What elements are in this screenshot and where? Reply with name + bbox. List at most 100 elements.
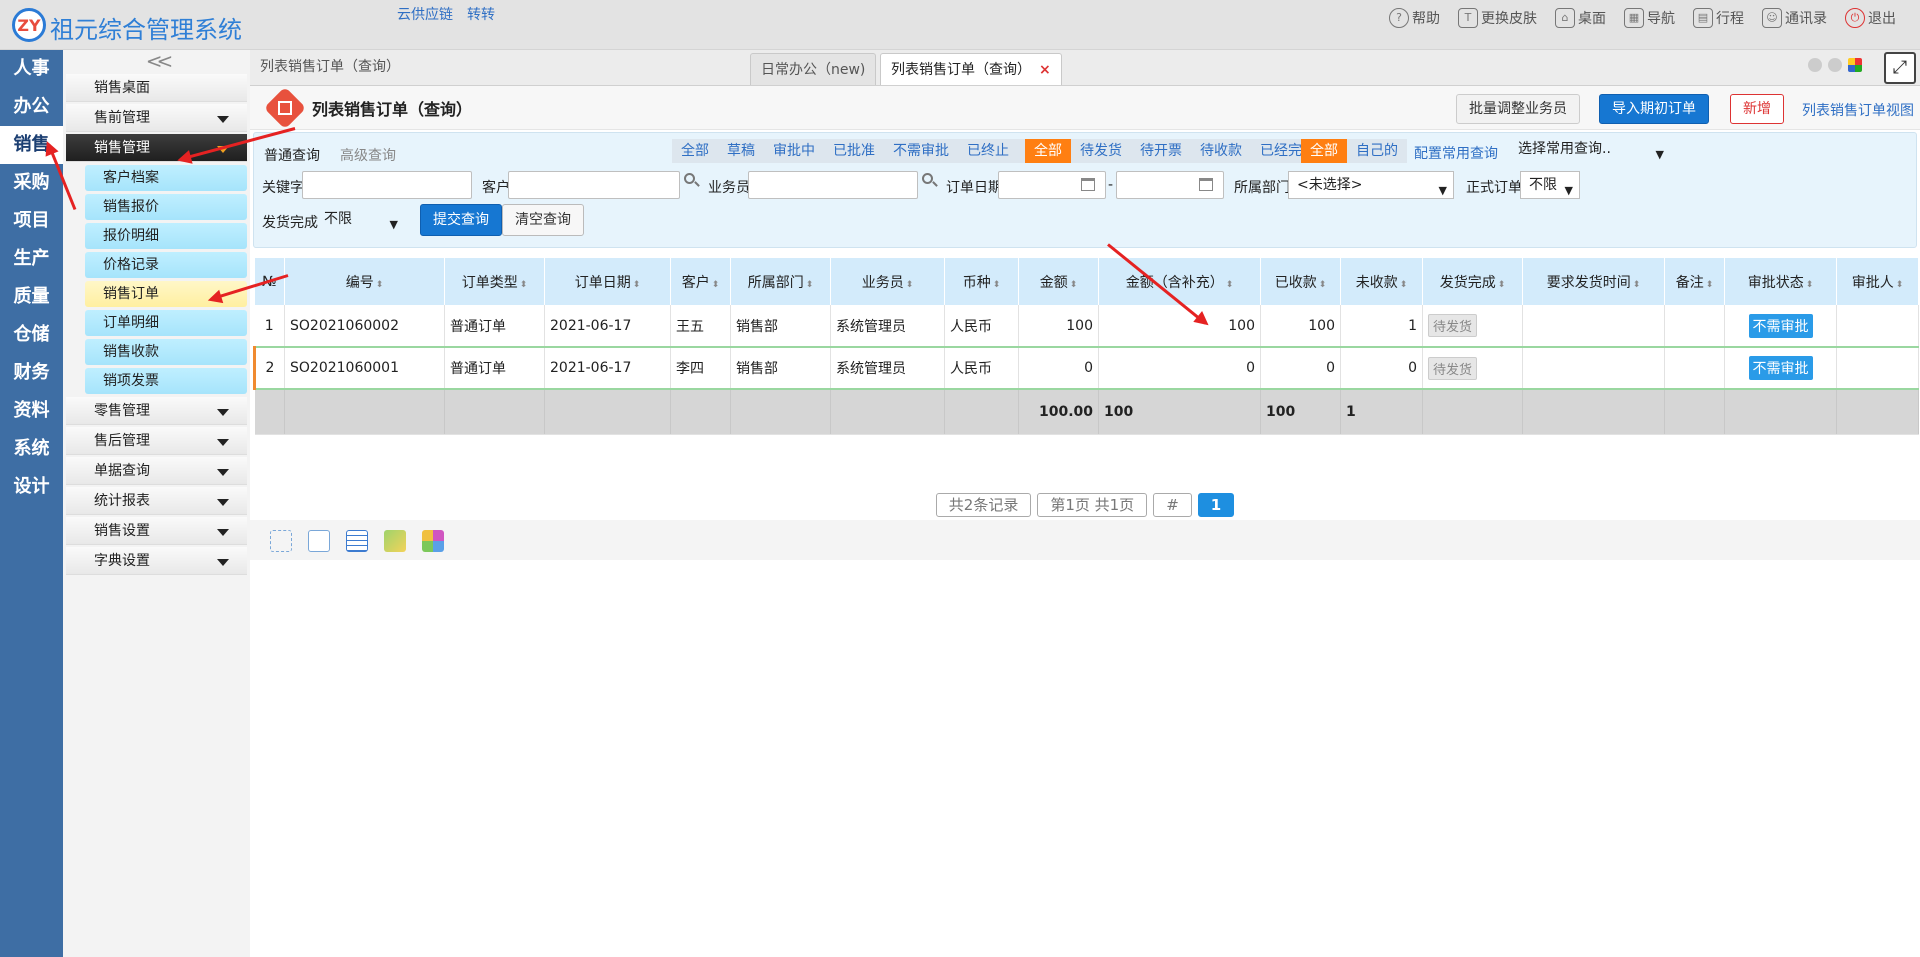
table-row[interactable]: 2 SO2021060001 普通订单 2021-06-17 李四 销售部 系统… [253, 346, 1919, 390]
col-type[interactable]: 订单类型 ⬍ [444, 258, 545, 305]
tab-sales-order-list[interactable]: 列表销售订单（查询） × [880, 53, 1062, 85]
filter-to-ship[interactable]: 待发货 [1071, 139, 1131, 163]
filter-status-all[interactable]: 全部 [672, 139, 718, 163]
module-project[interactable]: 项目 [0, 202, 63, 240]
submenu-customer-files[interactable]: 客户档案 [85, 165, 247, 191]
module-quality[interactable]: 质量 [0, 278, 63, 316]
menu-presales[interactable]: 售前管理 [66, 104, 247, 132]
submenu-price-records[interactable]: 价格记录 [85, 252, 247, 278]
filter-owner-mine[interactable]: 自己的 [1347, 139, 1407, 163]
filter-status-draft[interactable]: 草稿 [718, 139, 764, 163]
filter-status-approved[interactable]: 已批准 [824, 139, 884, 163]
col-salesman[interactable]: 业务员 ⬍ [830, 258, 945, 305]
col-currency[interactable]: 币种 ⬍ [944, 258, 1019, 305]
filter-to-collect[interactable]: 待收款 [1191, 139, 1251, 163]
ship-complete-select[interactable]: 不限 ▼ [316, 206, 404, 234]
module-finance[interactable]: 财务 [0, 354, 63, 392]
col-amount-plus[interactable]: 金额（含补充） ⬍ [1098, 258, 1261, 305]
col-date[interactable]: 订单日期 ⬍ [544, 258, 671, 305]
link-zhuanzhuan[interactable]: 转转 [467, 4, 495, 24]
menu-aftersales[interactable]: 售后管理 [66, 427, 247, 455]
menu-sales-settings[interactable]: 销售设置 [66, 517, 247, 545]
customer-input[interactable] [508, 171, 680, 199]
table-icon[interactable] [346, 530, 368, 552]
fullscreen-button[interactable]: ⤢ [1884, 52, 1916, 84]
submenu-output-invoices[interactable]: 销项发票 [85, 368, 247, 394]
module-warehouse[interactable]: 仓储 [0, 316, 63, 354]
menu-sales-desktop[interactable]: 销售桌面 [66, 74, 247, 102]
windows-icon[interactable] [1848, 58, 1862, 72]
filter-status-approving[interactable]: 审批中 [764, 139, 824, 163]
submenu-quote-details[interactable]: 报价明细 [85, 223, 247, 249]
new-button[interactable]: 新增 [1730, 94, 1784, 124]
salesman-search-icon[interactable] [922, 173, 938, 189]
order-date-to-input[interactable] [1116, 171, 1224, 199]
calendar-icon[interactable] [1081, 178, 1095, 191]
export-icon[interactable] [422, 530, 444, 552]
config-common-query-link[interactable]: 配置常用查询 [1414, 143, 1498, 163]
module-production[interactable]: 生产 [0, 240, 63, 278]
close-icon[interactable]: × [1039, 62, 1051, 78]
common-query-select[interactable]: 选择常用查询.. ▼ [1510, 136, 1670, 164]
import-initial-orders-button[interactable]: 导入期初订单 [1599, 94, 1709, 124]
table-row[interactable]: 1 SO2021060002 普通订单 2021-06-17 王五 销售部 系统… [254, 305, 1919, 348]
module-office[interactable]: 办公 [0, 88, 63, 126]
clear-query-button[interactable]: 清空查询 [502, 204, 584, 236]
select-icon[interactable] [270, 530, 292, 552]
col-code[interactable]: 编号 ⬍ [284, 258, 445, 305]
module-purchase[interactable]: 采购 [0, 164, 63, 202]
link-cloud-supply[interactable]: 云供应链 [397, 4, 453, 24]
document-icon[interactable] [308, 530, 330, 552]
col-customer[interactable]: 客户 ⬍ [670, 258, 731, 305]
salesman-input[interactable] [748, 171, 918, 199]
order-date-from-input[interactable] [998, 171, 1106, 199]
submenu-order-details[interactable]: 订单明细 [85, 310, 247, 336]
col-remark[interactable]: 备注 ⬍ [1664, 258, 1725, 305]
col-approval[interactable]: 审批状态 ⬍ [1724, 258, 1837, 305]
nav-button[interactable]: ▦ 导航 [1624, 8, 1675, 28]
change-skin-button[interactable]: T 更换皮肤 [1458, 8, 1537, 28]
scroll-left-icon[interactable] [1808, 58, 1822, 72]
cell-code[interactable]: SO2021060002 [284, 305, 445, 348]
filter-owner-all[interactable]: 全部 [1301, 139, 1347, 163]
cell-code[interactable]: SO2021060001 [284, 346, 445, 390]
col-unreceived[interactable]: 未收款 ⬍ [1340, 258, 1423, 305]
pager-page-1[interactable]: 1 [1197, 493, 1235, 517]
scroll-right-icon[interactable] [1828, 58, 1842, 72]
filter-ship-all[interactable]: 全部 [1025, 139, 1071, 163]
col-amount[interactable]: 金额 ⬍ [1018, 258, 1099, 305]
col-dept[interactable]: 所属部门 ⬍ [730, 258, 831, 305]
order-view-link[interactable]: 列表销售订单视图 [1802, 100, 1914, 120]
dept-select[interactable]: <未选择> ▼ [1288, 171, 1454, 199]
col-shipped[interactable]: 发货完成 ⬍ [1422, 258, 1523, 305]
module-system[interactable]: 系统 [0, 430, 63, 468]
module-design[interactable]: 设计 [0, 468, 63, 506]
keyword-input[interactable] [302, 171, 472, 199]
approval-status-badge[interactable]: 不需审批 [1748, 313, 1813, 338]
col-approver[interactable]: 审批人 ⬍ [1836, 258, 1919, 305]
filter-status-terminated[interactable]: 已终止 [958, 139, 1018, 163]
submenu-sales-receipts[interactable]: 销售收款 [85, 339, 247, 365]
tab-advanced-query[interactable]: 高级查询 [340, 145, 396, 165]
calendar-icon[interactable] [1199, 178, 1213, 191]
submenu-sales-quote[interactable]: 销售报价 [85, 194, 247, 220]
module-hr[interactable]: 人事 [0, 50, 63, 88]
tab-daily-office[interactable]: 日常办公（new) [750, 53, 877, 85]
module-data[interactable]: 资料 [0, 392, 63, 430]
col-req-time[interactable]: 要求发货时间 ⬍ [1522, 258, 1665, 305]
batch-adjust-salesman-button[interactable]: 批量调整业务员 [1456, 94, 1580, 124]
customer-search-icon[interactable] [684, 173, 700, 189]
submit-query-button[interactable]: 提交查询 [420, 204, 502, 236]
filter-status-no-approval[interactable]: 不需审批 [884, 139, 958, 163]
menu-document-query[interactable]: 单据查询 [66, 457, 247, 485]
sidebar-collapse-button[interactable]: << [66, 50, 247, 72]
col-received[interactable]: 已收款 ⬍ [1260, 258, 1341, 305]
menu-retail[interactable]: 零售管理 [66, 397, 247, 425]
schedule-button[interactable]: ▤ 行程 [1693, 8, 1744, 28]
help-button[interactable]: ? 帮助 [1389, 8, 1440, 28]
formal-order-select[interactable]: 不限 ▼ [1520, 171, 1580, 199]
contacts-button[interactable]: ☺ 通讯录 [1762, 8, 1827, 28]
logout-button[interactable]: ⏻ 退出 [1845, 8, 1896, 28]
desktop-button[interactable]: ⌂ 桌面 [1555, 8, 1606, 28]
approval-status-badge[interactable]: 不需审批 [1748, 356, 1813, 380]
